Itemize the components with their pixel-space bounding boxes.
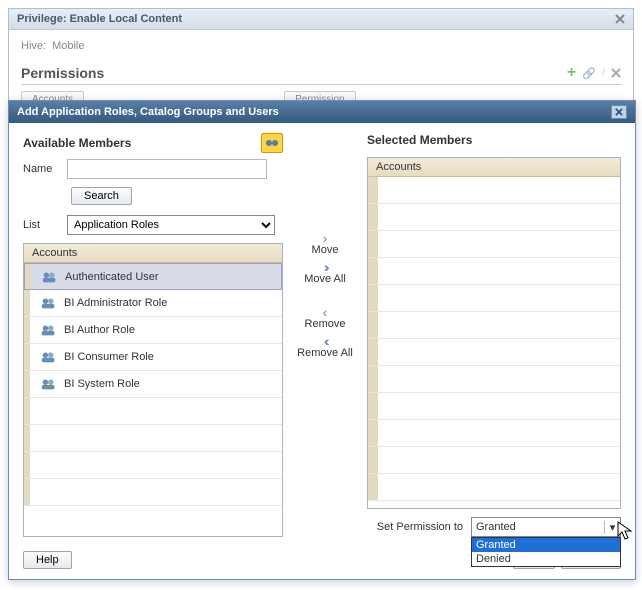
list-label: List bbox=[23, 219, 59, 231]
list-select[interactable]: Application Roles bbox=[67, 215, 275, 235]
privilege-titlebar: Privilege: Enable Local Content bbox=[9, 9, 633, 30]
available-role-row[interactable]: BI Author Role bbox=[24, 317, 282, 344]
privilege-close-icon[interactable] bbox=[615, 14, 625, 24]
available-role-row[interactable]: Authenticated User bbox=[24, 263, 282, 290]
permission-option[interactable]: Denied bbox=[472, 552, 620, 566]
available-list: Accounts Authenticated User BI Administra… bbox=[23, 243, 283, 537]
dialog-close-button[interactable] bbox=[611, 105, 627, 119]
selected-rows bbox=[368, 177, 620, 508]
empty-selected-row bbox=[368, 420, 620, 447]
role-label: BI Administrator Role bbox=[64, 297, 167, 309]
available-role-row[interactable]: BI System Role bbox=[24, 371, 282, 398]
empty-row bbox=[24, 398, 282, 425]
available-members-heading: Available Members bbox=[23, 136, 131, 150]
role-icon bbox=[40, 323, 58, 337]
add-icon[interactable]: + bbox=[567, 64, 576, 82]
selected-members-heading: Selected Members bbox=[367, 133, 472, 147]
role-icon bbox=[40, 296, 58, 310]
name-label: Name bbox=[23, 163, 59, 175]
empty-selected-row bbox=[368, 177, 620, 204]
add-members-dialog: Add Application Roles, Catalog Groups an… bbox=[8, 100, 636, 580]
move-all-button[interactable]: ›› Move All bbox=[304, 262, 346, 285]
move-button[interactable]: › Move bbox=[312, 233, 339, 256]
shuttle-buttons: › Move ›› Move All ‹ Remove ‹‹ Remove Al… bbox=[295, 133, 355, 537]
dialog-title: Add Application Roles, Catalog Groups an… bbox=[17, 106, 279, 118]
remove-button[interactable]: ‹ Remove bbox=[305, 307, 346, 330]
privilege-title: Privilege: Enable Local Content bbox=[17, 13, 182, 25]
empty-selected-row bbox=[368, 231, 620, 258]
selected-list: Accounts bbox=[367, 157, 621, 509]
dialog-body: Available Members Name Search List Appli… bbox=[9, 123, 635, 577]
available-members-panel: Available Members Name Search List Appli… bbox=[23, 133, 283, 537]
permissions-toolbar: + 🔗 / bbox=[567, 64, 621, 82]
separator-icon: / bbox=[602, 67, 605, 79]
selected-members-panel: Selected Members Accounts Set Permission… bbox=[367, 133, 621, 537]
remove-all-button[interactable]: ‹‹ Remove All bbox=[297, 336, 353, 359]
empty-row bbox=[24, 452, 282, 479]
empty-row bbox=[24, 479, 282, 506]
empty-selected-row bbox=[368, 339, 620, 366]
dropdown-arrow-icon: ▾ bbox=[604, 521, 620, 534]
empty-selected-row bbox=[368, 393, 620, 420]
help-button[interactable]: Help bbox=[23, 551, 72, 569]
set-permission-label: Set Permission to bbox=[377, 521, 463, 533]
permission-option[interactable]: Granted bbox=[472, 538, 620, 552]
name-input[interactable] bbox=[67, 159, 267, 179]
role-label: BI System Role bbox=[64, 378, 140, 390]
role-label: Authenticated User bbox=[65, 271, 159, 283]
empty-selected-row bbox=[368, 366, 620, 393]
search-button[interactable]: Search bbox=[71, 187, 132, 205]
available-role-row[interactable]: BI Administrator Role bbox=[24, 290, 282, 317]
role-label: BI Author Role bbox=[64, 324, 135, 336]
remove-perm-icon[interactable] bbox=[611, 68, 621, 78]
permissions-header: Permissions + 🔗 / bbox=[21, 64, 621, 85]
empty-row bbox=[24, 425, 282, 452]
empty-selected-row bbox=[368, 285, 620, 312]
empty-selected-row bbox=[368, 204, 620, 231]
chevron-right-icon: › bbox=[323, 233, 328, 243]
dialog-titlebar[interactable]: Add Application Roles, Catalog Groups an… bbox=[9, 101, 635, 123]
hive-row: Hive: Mobile bbox=[21, 40, 621, 52]
set-permission-value: Granted bbox=[476, 521, 516, 533]
selected-list-header: Accounts bbox=[368, 158, 620, 177]
available-rows: Authenticated User BI Administrator Role B… bbox=[24, 263, 282, 536]
available-list-header: Accounts bbox=[24, 244, 282, 263]
hive-value: Mobile bbox=[52, 40, 84, 52]
chevron-left-icon: ‹ bbox=[323, 307, 328, 317]
empty-selected-row bbox=[368, 258, 620, 285]
role-icon bbox=[40, 377, 58, 391]
role-icon bbox=[40, 350, 58, 364]
empty-selected-row bbox=[368, 474, 620, 501]
empty-selected-row bbox=[368, 312, 620, 339]
available-role-row[interactable]: BI Consumer Role bbox=[24, 344, 282, 371]
link-icon[interactable]: 🔗 bbox=[582, 67, 596, 80]
empty-selected-row bbox=[368, 447, 620, 474]
hive-label: Hive: bbox=[21, 40, 46, 52]
set-permission-dropdown: GrantedDenied bbox=[471, 537, 621, 567]
set-permission-combo[interactable]: Granted ▾ GrantedDenied bbox=[471, 517, 621, 537]
permissions-heading: Permissions bbox=[21, 65, 104, 81]
set-permission-row: Set Permission to Granted ▾ GrantedDenie… bbox=[367, 517, 621, 537]
role-label: BI Consumer Role bbox=[64, 351, 154, 363]
dialog-columns: Available Members Name Search List Appli… bbox=[23, 133, 621, 537]
find-icon[interactable] bbox=[261, 133, 283, 153]
role-icon bbox=[41, 270, 59, 284]
